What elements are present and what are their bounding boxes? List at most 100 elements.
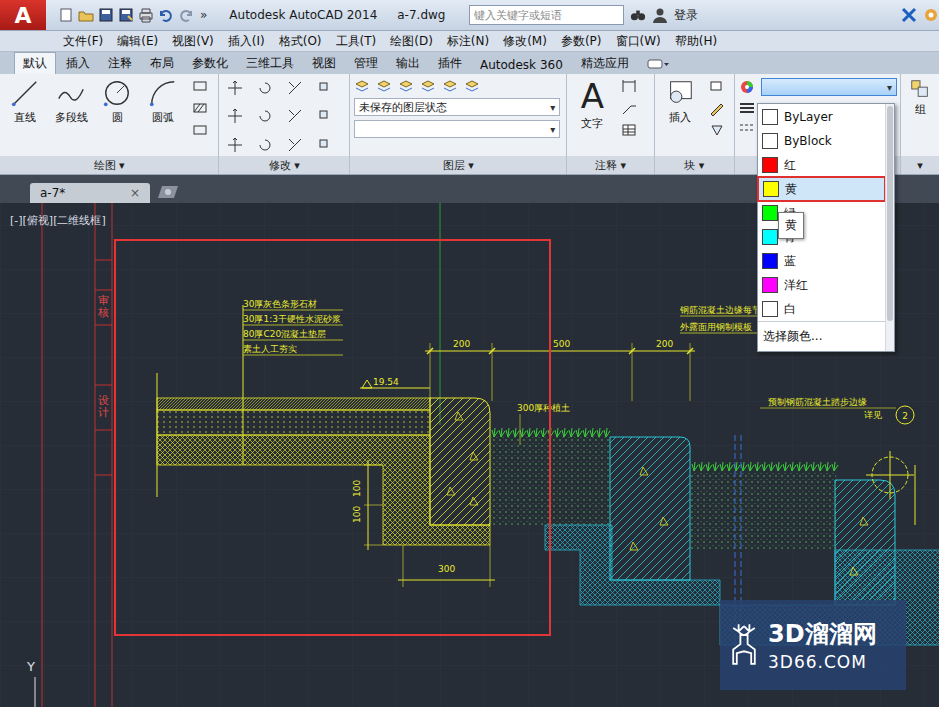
menu-item[interactable]: 工具(T) — [329, 32, 384, 51]
table-icon[interactable] — [621, 122, 637, 138]
binoculars-icon[interactable] — [630, 7, 646, 23]
ribbon-tab[interactable]: 精选应用 — [573, 53, 637, 74]
ribbon-tab[interactable]: 默认 — [14, 52, 56, 74]
rectangle-icon[interactable] — [192, 78, 208, 94]
print-icon[interactable] — [138, 7, 154, 23]
ribbon-tab[interactable]: 视图 — [304, 53, 344, 74]
layers-panel-title[interactable]: 图层 ▾ — [350, 156, 566, 174]
color-dropdown[interactable]: ▾ — [761, 78, 897, 96]
open-icon[interactable] — [78, 7, 94, 23]
ribbon-tab[interactable]: 管理 — [346, 53, 386, 74]
layer-off-icon[interactable] — [398, 78, 414, 94]
login-button[interactable]: 登录 — [674, 7, 698, 24]
layer-iso-icon[interactable] — [420, 78, 436, 94]
linetype-icon[interactable] — [739, 120, 755, 136]
leader-icon[interactable] — [621, 100, 637, 116]
insert-block-button[interactable]: 插入 — [659, 78, 701, 125]
ribbon-tab[interactable]: 输出 — [388, 53, 428, 74]
draw-panel-title[interactable]: 绘图 ▾ — [0, 156, 218, 174]
layer-state-dropdown[interactable]: 未保存的图层状态▾ — [354, 98, 560, 116]
fillet-icon[interactable] — [257, 108, 273, 124]
community-icon[interactable] — [923, 7, 939, 23]
region-icon[interactable] — [192, 122, 208, 138]
offset-icon[interactable] — [317, 137, 333, 153]
undo-icon[interactable] — [158, 7, 174, 23]
menu-item[interactable]: 修改(M) — [496, 32, 554, 51]
draw-tool-button[interactable]: 圆弧 — [142, 78, 184, 125]
quick-access-more[interactable]: » — [198, 8, 209, 22]
user-icon[interactable] — [652, 7, 668, 23]
hatch-icon[interactable] — [192, 100, 208, 116]
scale-icon[interactable] — [317, 108, 333, 124]
trim-icon[interactable] — [287, 80, 303, 96]
layer-props-icon[interactable] — [354, 78, 370, 94]
saveas-icon[interactable] — [118, 7, 134, 23]
close-tab-button[interactable]: × — [130, 186, 140, 200]
ribbon-tab[interactable]: 三维工具 — [238, 53, 302, 74]
dimension-icon[interactable] — [621, 78, 637, 94]
layer-lock-icon[interactable] — [464, 78, 480, 94]
menu-item[interactable]: 窗口(W) — [609, 32, 668, 51]
menu-item[interactable]: 参数(P) — [554, 32, 609, 51]
color-option[interactable]: 红 — [758, 153, 885, 177]
ribbon-tab[interactable]: 布局 — [142, 53, 182, 74]
explode-icon[interactable] — [287, 137, 303, 153]
group-button[interactable]: 组 — [905, 78, 935, 117]
layer-match-icon[interactable] — [376, 78, 392, 94]
menu-item[interactable]: 格式(O) — [272, 32, 329, 51]
text-tool-button[interactable]: A文字 — [571, 78, 613, 131]
color-option[interactable]: ByLayer — [758, 105, 885, 129]
ribbon-toggle-icon[interactable] — [647, 58, 669, 70]
color-wheel-icon[interactable] — [739, 79, 755, 95]
copy-icon[interactable] — [317, 80, 333, 96]
draw-tool-button[interactable]: 多段线 — [50, 78, 92, 125]
color-option[interactable]: 白 — [758, 297, 885, 321]
menu-item[interactable]: 编辑(E) — [110, 32, 165, 51]
attribute-icon[interactable] — [709, 122, 725, 138]
ribbon-tab[interactable]: 注释 — [100, 53, 140, 74]
new-icon[interactable] — [58, 7, 74, 23]
annotation-panel-title[interactable]: 注释 ▾ — [567, 156, 653, 174]
save-icon[interactable] — [98, 7, 114, 23]
ribbon-tab[interactable]: 参数化 — [184, 53, 236, 74]
search-input[interactable] — [469, 5, 624, 25]
color-option[interactable]: 洋红 — [758, 273, 885, 297]
array-icon[interactable] — [227, 137, 243, 153]
menu-item[interactable]: 文件(F) — [56, 32, 110, 51]
menu-item[interactable]: 视图(V) — [165, 32, 221, 51]
block-panel-title[interactable]: 块 ▾ — [655, 156, 734, 174]
draw-tool-button[interactable]: 直线 — [4, 78, 46, 125]
modify-panel-title[interactable]: 修改 ▾ — [219, 156, 349, 174]
ribbon-tab[interactable]: 插入 — [58, 53, 98, 74]
application-menu-button[interactable]: A — [0, 0, 46, 30]
layer-freeze-icon[interactable] — [442, 78, 458, 94]
color-option[interactable]: ByBlock — [758, 129, 885, 153]
menu-item[interactable]: 插入(I) — [221, 32, 272, 51]
viewport-controls[interactable]: [-][俯视][二维线框] — [10, 213, 106, 228]
group-panel-title[interactable]: ▾ — [901, 156, 939, 174]
scrollbar[interactable] — [885, 104, 894, 351]
stretch-icon[interactable] — [287, 108, 303, 124]
select-color-option[interactable]: 选择颜色... — [758, 321, 885, 350]
draw-tool-button[interactable]: 圆 — [96, 78, 138, 125]
create-block-icon[interactable] — [709, 78, 725, 94]
lineweight-icon[interactable] — [739, 100, 755, 116]
erase-icon[interactable] — [257, 137, 273, 153]
menu-item[interactable]: 帮助(H) — [668, 32, 724, 51]
new-tab-icon[interactable] — [156, 184, 180, 200]
menu-item[interactable]: 标注(N) — [440, 32, 496, 51]
edit-block-icon[interactable] — [709, 100, 725, 116]
document-tab[interactable]: a-7*× — [30, 183, 150, 203]
color-option[interactable]: 蓝 — [758, 249, 885, 273]
layer-dropdown[interactable]: ▾ — [354, 120, 560, 138]
ribbon-tab[interactable]: Autodesk 360 — [472, 56, 571, 74]
move-icon[interactable] — [227, 80, 243, 96]
redo-icon[interactable] — [178, 7, 194, 23]
mirror-icon[interactable] — [227, 108, 243, 124]
rotate-icon[interactable] — [257, 80, 273, 96]
menu-item[interactable]: 绘图(D) — [383, 32, 440, 51]
ribbon-tab[interactable]: 插件 — [430, 53, 470, 74]
drawing-annotation: 100 — [352, 506, 362, 523]
exchange-icon[interactable] — [901, 7, 917, 23]
color-option[interactable]: 黄 — [758, 177, 885, 201]
